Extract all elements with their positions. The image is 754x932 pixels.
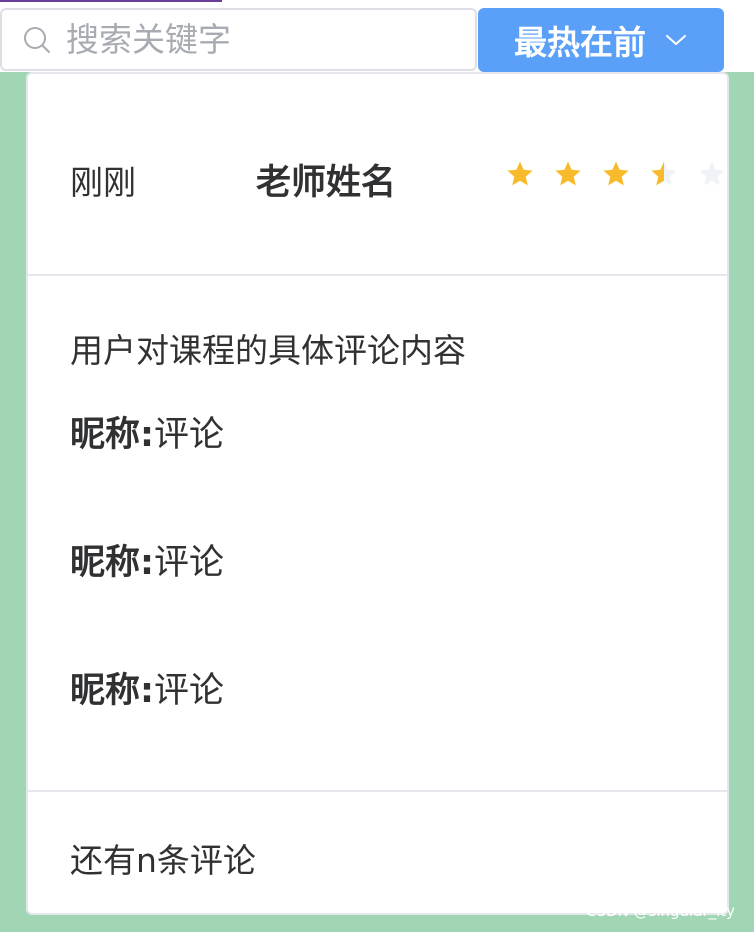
comment-card: 刚刚 老师姓名 用户对课程的具体评论内容 昵称:评论 昵称:评论 昵称:评论 还… — [26, 72, 729, 915]
reply-nickname: 昵称: — [70, 415, 154, 455]
reply-text: 评论 — [154, 671, 225, 711]
more-comments-link[interactable]: 还有n条评论 — [70, 834, 256, 882]
reply-item: 昵称:评论 — [70, 406, 224, 457]
search-box[interactable] — [0, 8, 477, 71]
search-input[interactable] — [66, 14, 456, 65]
comment-card-header: 刚刚 老师姓名 — [28, 74, 727, 276]
sort-dropdown-button[interactable]: 最热在前 — [478, 8, 724, 72]
sort-selected-label: 最热在前 — [514, 23, 646, 62]
star-icon[interactable] — [602, 160, 630, 188]
comment-card-footer: 还有n条评论 — [28, 794, 727, 913]
watermark: CSDN @singular_ity — [586, 902, 736, 920]
star-icon[interactable] — [506, 160, 534, 188]
reply-text: 评论 — [154, 543, 225, 583]
reply-nickname: 昵称: — [70, 671, 154, 711]
reply-nickname: 昵称: — [70, 543, 154, 583]
comment-card-body: 用户对课程的具体评论内容 昵称:评论 昵称:评论 昵称:评论 — [28, 276, 727, 792]
course-comment-text: 用户对课程的具体评论内容 — [70, 331, 466, 370]
star-rating — [506, 160, 726, 188]
star-icon[interactable] — [650, 160, 678, 188]
teacher-name: 老师姓名 — [256, 163, 397, 203]
star-icon[interactable] — [698, 160, 726, 188]
star-icon[interactable] — [554, 160, 582, 188]
comment-time: 刚刚 — [70, 163, 136, 202]
chevron-down-icon — [664, 28, 688, 52]
reply-text: 评论 — [154, 415, 225, 455]
reply-item: 昵称:评论 — [70, 534, 224, 585]
search-icon — [20, 23, 54, 57]
reply-item: 昵称:评论 — [70, 662, 224, 713]
